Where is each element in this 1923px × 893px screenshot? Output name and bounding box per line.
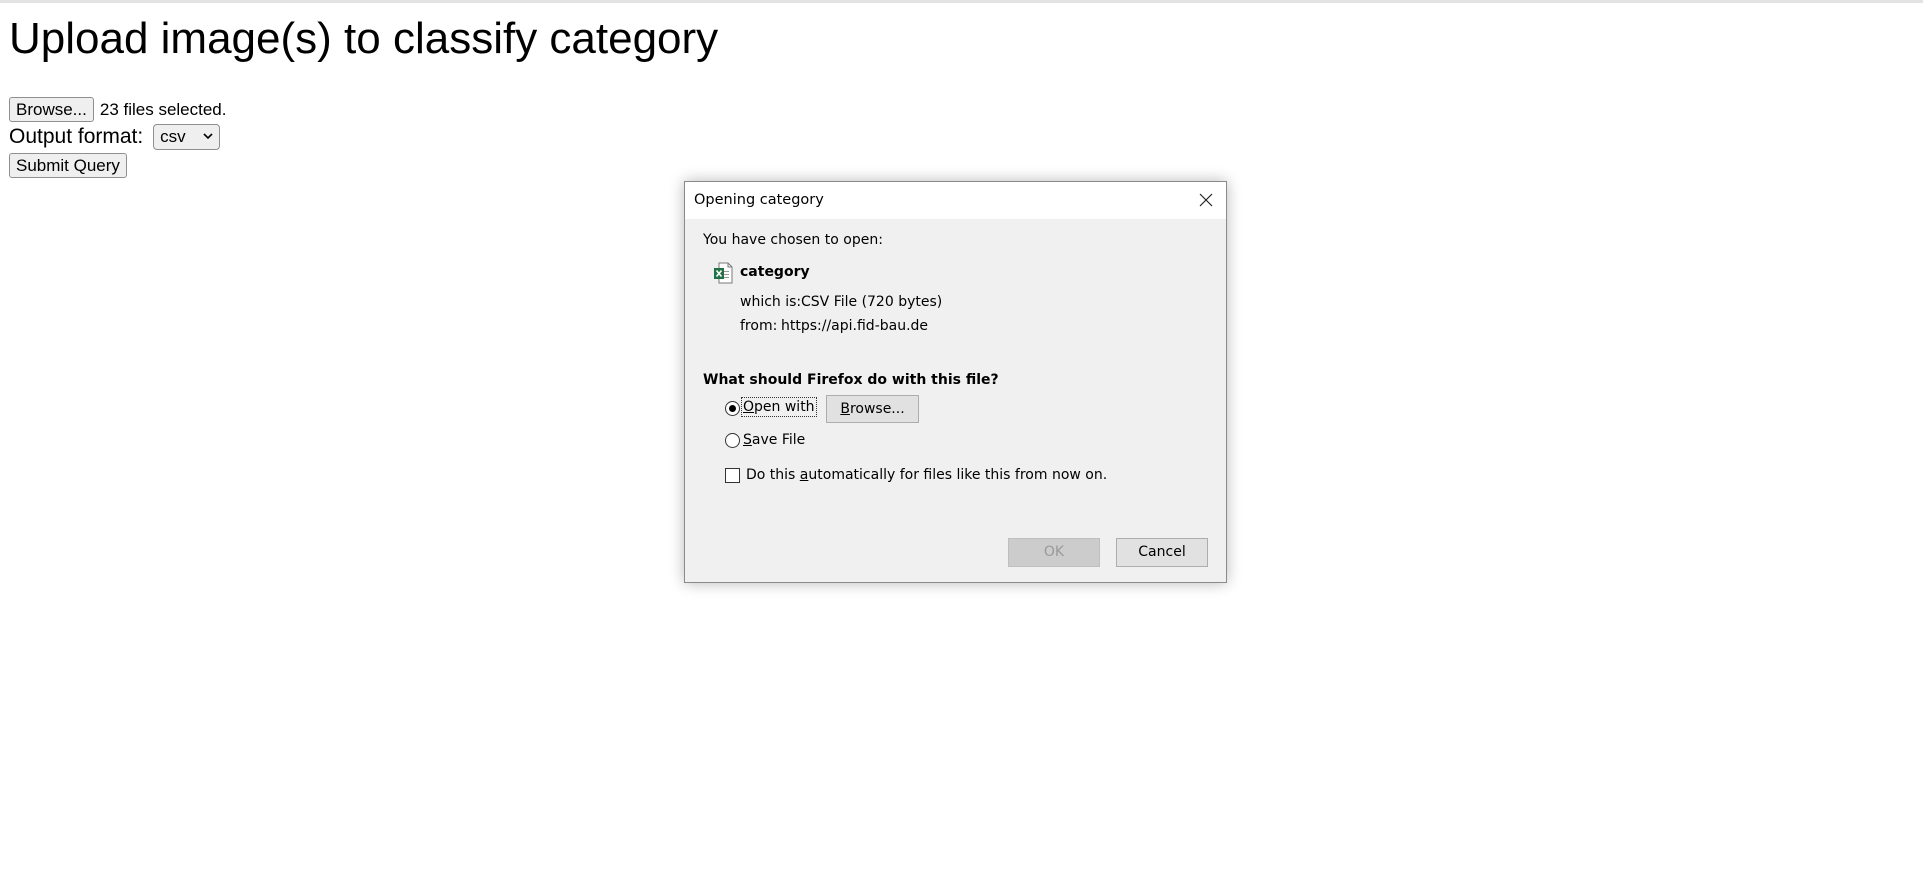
save-file-label[interactable]: Save File <box>743 432 805 448</box>
file-name: category <box>740 264 810 280</box>
browser-top-border <box>0 0 1923 3</box>
submit-row: Submit Query <box>9 153 127 178</box>
output-format-row: Output format: csv <box>9 124 221 150</box>
chosen-to-open-text: You have chosen to open: <box>703 232 883 248</box>
open-with-label-rest: pen with <box>754 399 815 415</box>
file-input-row: Browse... 23 files selected. <box>9 97 227 122</box>
source-url-value: https://api.fid-bau.de <box>781 318 929 334</box>
which-is-label: which is: <box>740 294 802 310</box>
close-icon[interactable] <box>1196 190 1216 210</box>
excel-csv-icon <box>714 262 733 284</box>
output-format-label: Output format: <box>9 125 144 148</box>
file-browse-button[interactable]: Browse... <box>9 97 94 122</box>
auto-action-checkbox[interactable] <box>725 468 740 483</box>
cancel-button[interactable]: Cancel <box>1116 538 1208 567</box>
save-file-radio[interactable] <box>725 433 740 448</box>
output-format-select[interactable]: csv <box>153 124 221 150</box>
dialog-title: Opening category <box>694 192 824 208</box>
files-selected-text: 23 files selected. <box>99 99 227 119</box>
dialog-titlebar: Opening category <box>685 182 1226 219</box>
opening-file-dialog: Opening category You have chosen to open… <box>684 181 1227 583</box>
page-title: Upload image(s) to classify category <box>9 14 719 63</box>
output-format-value: csv <box>160 127 186 146</box>
chevron-down-icon <box>203 133 213 140</box>
submit-query-button[interactable]: Submit Query <box>9 153 127 178</box>
open-with-radio[interactable] <box>725 401 740 416</box>
open-with-browse-button[interactable]: Browse... <box>826 395 919 423</box>
open-with-label[interactable]: Open with <box>741 397 817 417</box>
auto-action-label[interactable]: Do this automatically for files like thi… <box>746 467 1107 483</box>
file-type-value: CSV File (720 bytes) <box>801 294 943 310</box>
action-question: What should Firefox do with this file? <box>703 372 999 388</box>
ok-button[interactable]: OK <box>1008 538 1100 567</box>
from-label: from: <box>740 318 778 334</box>
